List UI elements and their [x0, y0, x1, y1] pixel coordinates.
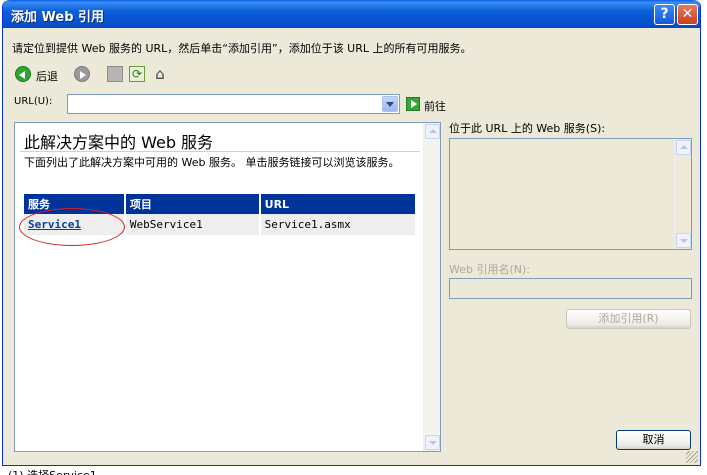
services-list-label: 位于此 URL 上的 Web 服务(S):: [449, 122, 606, 135]
refresh-icon[interactable]: ⟳: [129, 66, 145, 82]
add-web-reference-dialog: 添加 Web 引用 ? ✕ 请定位到提供 Web 服务的 URL，然后单击“添加…: [2, 0, 701, 466]
home-icon[interactable]: ⌂: [152, 66, 168, 82]
url-cell: Service1.asmx: [259, 214, 418, 235]
scroll-up-button[interactable]: [425, 124, 440, 139]
resize-grip[interactable]: [686, 451, 698, 463]
list-scroll-down-button[interactable]: [676, 233, 691, 248]
scroll-down-button[interactable]: [425, 435, 440, 450]
title-bar[interactable]: 添加 Web 引用 ? ✕: [3, 0, 700, 28]
cancel-button[interactable]: 取消: [616, 430, 691, 450]
column-header-project: 项目: [124, 194, 261, 214]
project-cell: WebService1: [124, 214, 261, 235]
services-list-scrollbar[interactable]: [674, 139, 691, 249]
browser-description: 下面列出了此解决方案中可用的 Web 服务。 单击服务链接可以浏览该服务。: [24, 156, 400, 169]
highlight-circle: [19, 208, 125, 246]
url-input[interactable]: [67, 94, 400, 114]
url-dropdown-button[interactable]: [382, 96, 398, 112]
back-button-label[interactable]: 后退: [36, 68, 58, 84]
back-icon[interactable]: [15, 66, 31, 82]
forward-icon[interactable]: [74, 66, 90, 82]
reference-name-label: Web 引用名(N):: [449, 263, 530, 276]
navigation-toolbar: 后退 ⟳ ⌂: [12, 64, 312, 86]
browser-scrollbar[interactable]: [423, 123, 440, 451]
heading-divider: [20, 151, 420, 152]
add-reference-button[interactable]: 添加引用(R): [566, 309, 691, 329]
browser-heading: 此解决方案中的 Web 服务: [24, 133, 214, 152]
dialog-title: 添加 Web 引用: [11, 10, 105, 25]
list-scroll-up-button[interactable]: [676, 140, 691, 155]
go-button-label[interactable]: 前往: [424, 98, 446, 114]
close-button[interactable]: ✕: [677, 4, 698, 25]
go-arrow-icon[interactable]: [406, 97, 420, 111]
service-browser-pane: 此解决方案中的 Web 服务 下面列出了此解决方案中可用的 Web 服务。 单击…: [14, 122, 441, 452]
help-button[interactable]: ?: [654, 4, 675, 25]
instructions-text: 请定位到提供 Web 服务的 URL，然后单击“添加引用”，添加位于该 URL …: [12, 42, 472, 55]
figure-caption: (1) 选择Service1: [8, 467, 97, 475]
stop-icon[interactable]: [107, 66, 123, 82]
services-list[interactable]: [449, 138, 692, 250]
reference-name-input[interactable]: [449, 278, 692, 299]
url-label: URL(U):: [14, 96, 53, 107]
column-header-url: URL: [259, 194, 418, 214]
